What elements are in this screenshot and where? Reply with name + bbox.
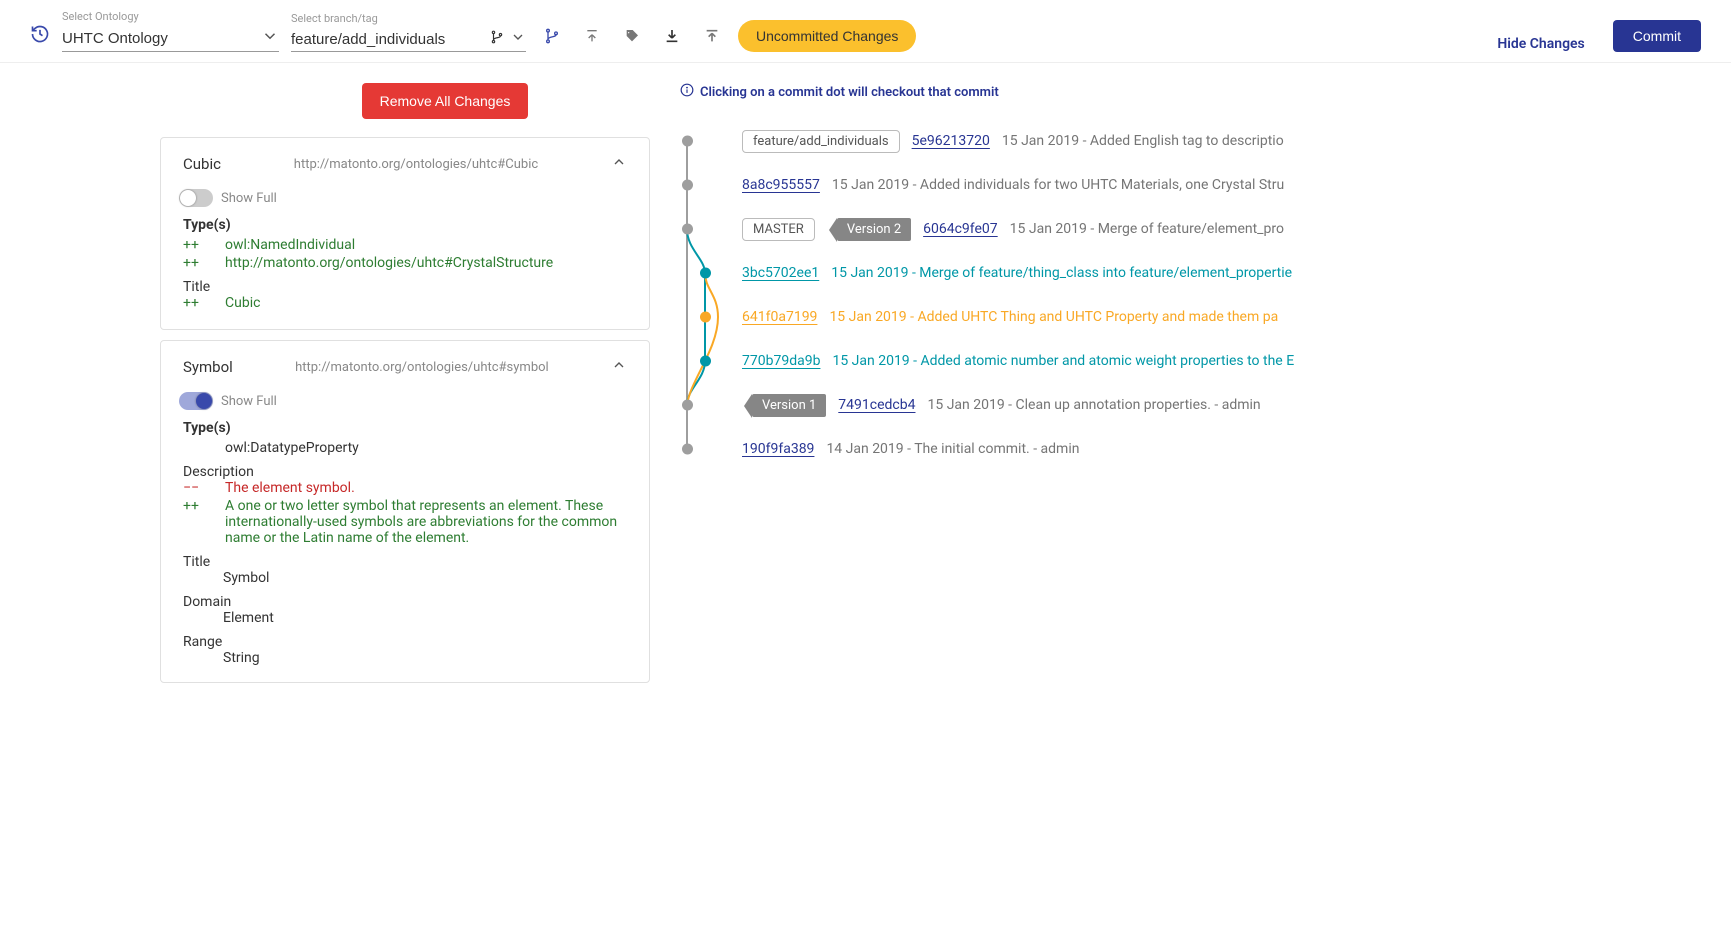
download-icon[interactable]	[658, 24, 686, 52]
commit-dot[interactable]	[682, 136, 693, 147]
commit-row: MASTER Version 2 6064c9fe07 15 Jan 2019 - M…	[680, 207, 1701, 251]
type-row: ++owl:NamedIndividual	[183, 237, 627, 253]
commit-dot[interactable]	[682, 444, 693, 455]
commit-hint: Clicking on a commit dot will checkout t…	[680, 83, 1701, 101]
commit-row: 190f9fa389 14 Jan 2019 - The initial comm…	[680, 427, 1701, 471]
branch-selector[interactable]: Select branch/tag	[291, 12, 526, 52]
prop-label: Range	[183, 634, 627, 650]
commit-message: 15 Jan 2019 - Added English tag to descr…	[1002, 133, 1284, 149]
commit-message: 15 Jan 2019 - Added individuals for two …	[832, 177, 1284, 193]
commit-hash-link[interactable]: 6064c9fe07	[923, 221, 998, 237]
history-icon[interactable]	[30, 24, 50, 52]
commit-row: 8a8c955557 15 Jan 2019 - Added individual…	[680, 163, 1701, 207]
chevron-down-icon[interactable]	[510, 29, 526, 49]
ontology-label: Select Ontology	[62, 10, 279, 23]
hide-changes-link[interactable]: Hide Changes	[1497, 36, 1584, 52]
commit-hash-link[interactable]: 7491cedcb4	[838, 397, 915, 413]
commit-hash-link[interactable]: 5e96213720	[912, 133, 990, 149]
show-full-toggle[interactable]	[179, 392, 213, 410]
commit-message: 15 Jan 2019 - Merge of feature/thing_cla…	[831, 265, 1292, 281]
change-card: Cubichttp://matonto.org/ontologies/uhtc#…	[160, 137, 650, 330]
types-label: Type(s)	[183, 217, 627, 233]
upload-icon[interactable]	[698, 24, 726, 52]
commit-hash-link[interactable]: 770b79da9b	[742, 353, 820, 369]
commit-row: feature/add_individuals 5e96213720 15 Jan …	[680, 119, 1701, 163]
remove-all-changes-button[interactable]: Remove All Changes	[362, 83, 529, 119]
branch-input[interactable]	[291, 31, 490, 48]
commit-row: 770b79da9b 15 Jan 2019 - Added atomic num…	[680, 339, 1701, 383]
show-full-label: Show Full	[221, 394, 277, 409]
commit-message: 15 Jan 2019 - Clean up annotation proper…	[927, 397, 1260, 413]
card-title: Symbol	[183, 358, 233, 376]
git-branch-icon	[490, 30, 504, 48]
branch-tag: MASTER	[742, 218, 815, 241]
prop-value: Symbol	[223, 570, 627, 586]
commit-hash-link[interactable]: 190f9fa389	[742, 441, 814, 457]
info-icon	[680, 83, 694, 101]
commit-dot[interactable]	[682, 224, 693, 235]
prop-row: ++Cubic	[183, 295, 627, 311]
chevron-up-icon[interactable]	[611, 357, 627, 377]
merge-icon[interactable]	[578, 24, 606, 52]
commit-message: 15 Jan 2019 - Merge of feature/element_p…	[1010, 221, 1284, 237]
commit-hash-link[interactable]: 8a8c955557	[742, 177, 820, 193]
version-tag: Version 2	[837, 218, 911, 241]
commit-row: 3bc5702ee1 15 Jan 2019 - Merge of feature…	[680, 251, 1701, 295]
show-full-toggle[interactable]	[179, 189, 213, 207]
change-card: Symbolhttp://matonto.org/ontologies/uhtc…	[160, 340, 650, 683]
ontology-input[interactable]	[62, 30, 261, 47]
version-tag: Version 1	[752, 394, 826, 417]
prop-label: Domain	[183, 594, 627, 610]
prop-label: Title	[183, 554, 627, 570]
branch-tag: feature/add_individuals	[742, 130, 900, 153]
card-title: Cubic	[183, 155, 221, 173]
chevron-down-icon[interactable]	[261, 27, 279, 49]
commit-dot[interactable]	[700, 356, 711, 367]
commit-hash-link[interactable]: 641f0a7199	[742, 309, 817, 325]
prop-row: −−The element symbol.	[183, 480, 627, 496]
prop-label: Title	[183, 279, 627, 295]
commit-message: 15 Jan 2019 - Added atomic number and at…	[832, 353, 1294, 369]
branch-label: Select branch/tag	[291, 12, 526, 25]
prop-label: Description	[183, 464, 627, 480]
tag-icon[interactable]	[618, 24, 646, 52]
commit-message: 15 Jan 2019 - Added UHTC Thing and UHTC …	[829, 309, 1278, 325]
commit-hash-link[interactable]: 3bc5702ee1	[742, 265, 819, 281]
card-iri: http://matonto.org/ontologies/uhtc#Cubic	[221, 157, 611, 172]
ontology-selector[interactable]: Select Ontology	[62, 10, 279, 52]
chevron-up-icon[interactable]	[611, 154, 627, 174]
type-row: owl:DatatypeProperty	[183, 440, 627, 456]
prop-value: String	[223, 650, 627, 666]
commit-dot[interactable]	[682, 180, 693, 191]
commit-row: 641f0a7199 15 Jan 2019 - Added UHTC Thing…	[680, 295, 1701, 339]
type-row: ++http://matonto.org/ontologies/uhtc#Cry…	[183, 255, 627, 271]
show-full-label: Show Full	[221, 191, 277, 206]
card-iri: http://matonto.org/ontologies/uhtc#symbo…	[233, 360, 611, 375]
commit-dot[interactable]	[700, 268, 711, 279]
types-label: Type(s)	[183, 420, 627, 436]
commit-row: Version 1 7491cedcb4 15 Jan 2019 - Clean u…	[680, 383, 1701, 427]
commit-button[interactable]: Commit	[1613, 20, 1701, 52]
uncommitted-changes-button[interactable]: Uncommitted Changes	[738, 20, 916, 52]
top-toolbar: Select Ontology Select branch/tag	[0, 0, 1731, 63]
create-branch-icon[interactable]	[538, 24, 566, 52]
commit-dot[interactable]	[682, 400, 693, 411]
commit-message: 14 Jan 2019 - The initial commit. - admi…	[826, 441, 1079, 457]
prop-row: ++A one or two letter symbol that repres…	[183, 498, 627, 546]
prop-value: Element	[223, 610, 627, 626]
commit-dot[interactable]	[700, 312, 711, 323]
